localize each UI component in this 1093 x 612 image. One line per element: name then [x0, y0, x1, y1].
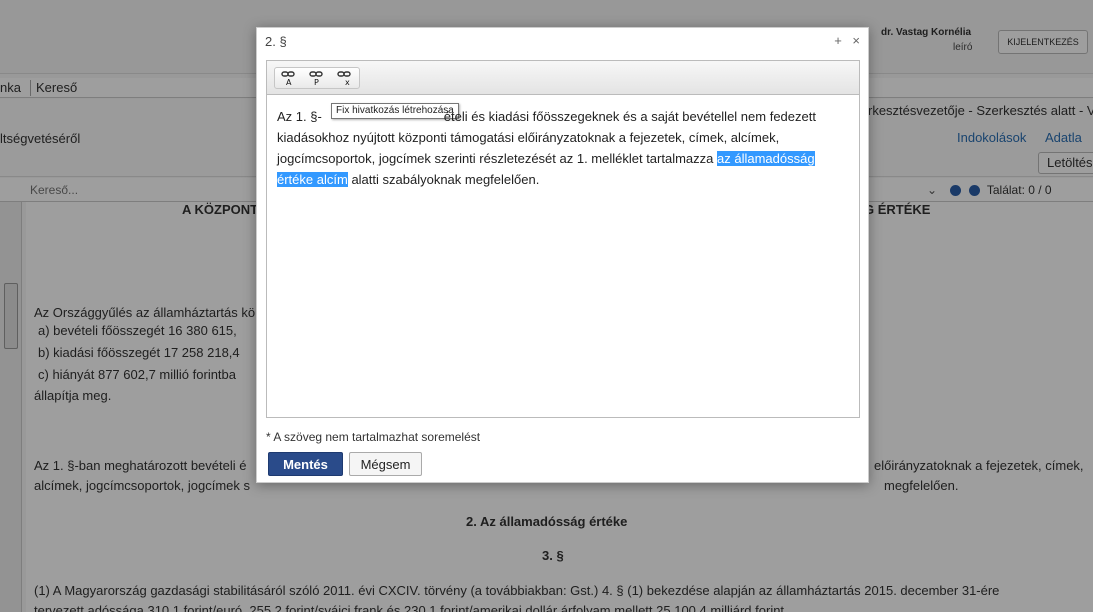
maximize-icon[interactable]: +	[834, 33, 842, 48]
svg-text:A: A	[286, 78, 292, 86]
editor-content[interactable]: Az 1. §- ételi és kiadási főösszegeknek é…	[277, 106, 852, 190]
edit-paragraph-dialog: 2. § + × A P x Fix hivatkozás létrehozás…	[256, 27, 869, 483]
svg-text:x: x	[345, 78, 350, 86]
editor-toolbar: A P x	[267, 61, 859, 95]
editor-selection-2: értéke alcím	[277, 172, 348, 187]
close-icon[interactable]: ×	[852, 33, 860, 48]
editor-text-end: alatti szabályoknak megfelelően.	[351, 172, 540, 187]
linebreak-note: * A szöveg nem tartalmazhat soremelést	[266, 430, 481, 444]
editor-text-line2: kiadásokhoz nyújtott központi támogatási…	[277, 130, 780, 145]
fix-link-a-icon[interactable]: A	[275, 68, 303, 88]
dialog-controls: + ×	[827, 33, 860, 48]
save-button[interactable]: Mentés	[268, 452, 343, 476]
text-editor[interactable]: A P x Fix hivatkozás létrehozása Az 1. §…	[266, 60, 860, 418]
editor-selection-1: az államadósság	[717, 151, 815, 166]
link-tool-group: A P x	[274, 67, 360, 89]
dialog-title: 2. §	[265, 34, 287, 49]
remove-link-icon[interactable]: x	[331, 68, 359, 88]
cancel-button[interactable]: Mégsem	[349, 452, 422, 476]
svg-text:P: P	[314, 78, 319, 86]
editor-text-line1: ételi és kiadási főösszegeknek és a sajá…	[443, 109, 816, 124]
fix-link-p-icon[interactable]: P	[303, 68, 331, 88]
editor-text-start: Az 1. §-	[277, 109, 322, 124]
editor-text-line3: jogcímcsoportok, jogcímek szerinti részl…	[277, 151, 714, 166]
